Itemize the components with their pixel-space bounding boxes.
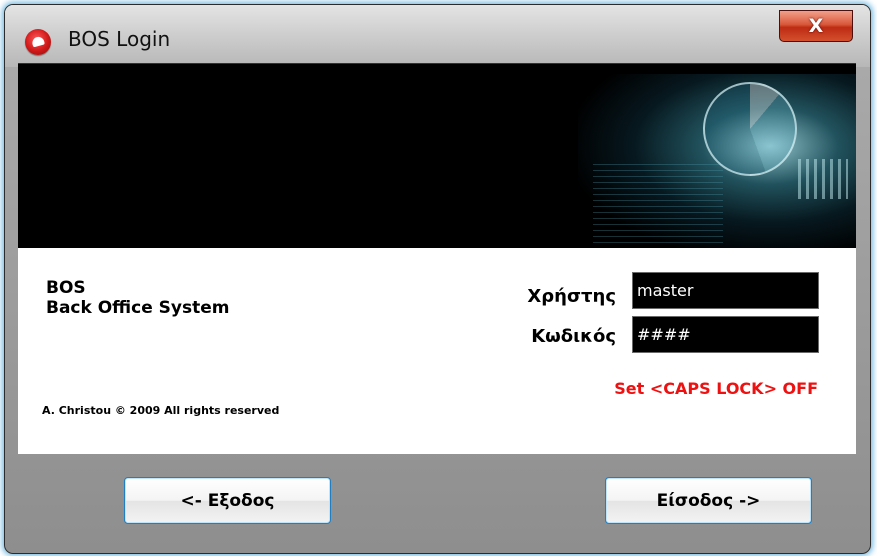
login-panel: BOS Back Office System A. Christou © 200… — [18, 63, 856, 454]
copyright-notice: A. Christou © 2009 All rights reserved — [42, 404, 280, 417]
app-name-full: Back Office System — [46, 298, 230, 318]
window-title: BOS Login — [68, 27, 171, 51]
banner-bar-chart-graphic — [798, 159, 848, 199]
banner-grid-graphic — [593, 164, 723, 244]
caps-lock-warning: Set <CAPS LOCK> OFF — [614, 379, 818, 398]
banner-pie-chart-graphic — [703, 82, 797, 176]
username-input[interactable] — [632, 272, 819, 309]
login-button[interactable]: Είσοδος -> — [605, 477, 812, 524]
header-banner-image — [18, 64, 856, 248]
exit-button[interactable]: <- Εξοδος — [124, 477, 331, 524]
bos-app-icon — [25, 29, 51, 55]
username-label: Χρήστης — [527, 286, 616, 307]
password-label: Κωδικός — [531, 326, 616, 347]
password-input[interactable] — [632, 316, 819, 353]
login-window: BOS Login X BOS Back Office System A. Ch… — [4, 4, 871, 554]
close-button[interactable]: X — [779, 10, 853, 42]
app-name-short: BOS — [46, 278, 86, 298]
title-bar[interactable]: BOS Login X — [5, 5, 870, 67]
app-name: BOS Back Office System — [46, 278, 229, 318]
